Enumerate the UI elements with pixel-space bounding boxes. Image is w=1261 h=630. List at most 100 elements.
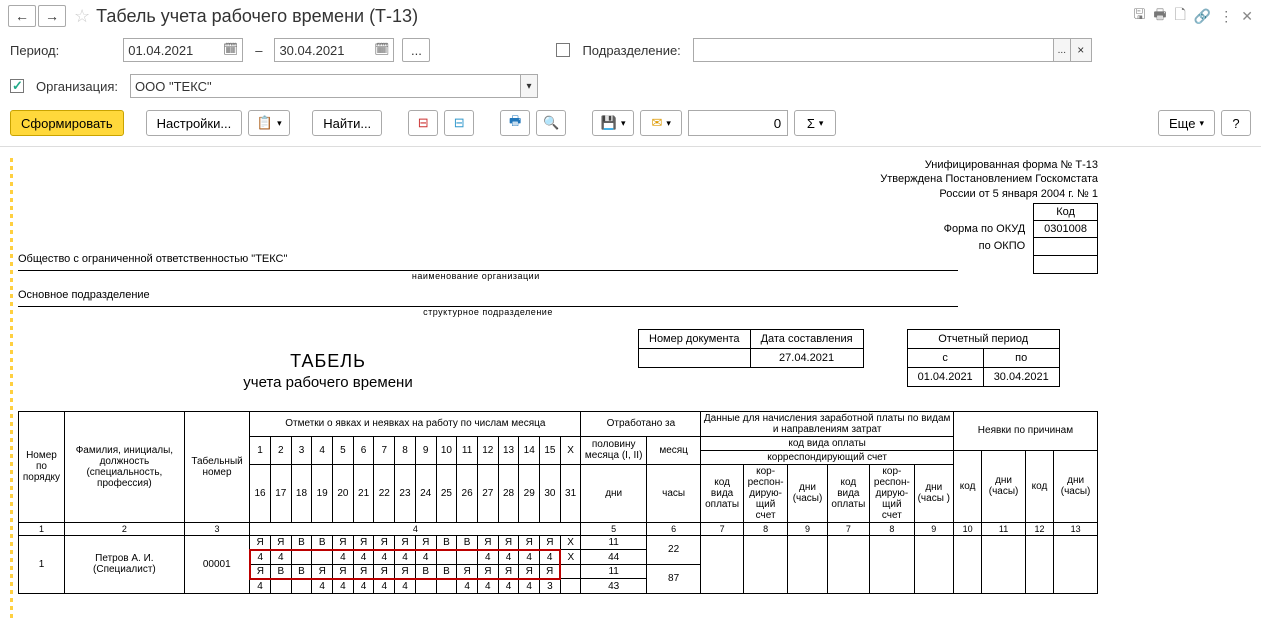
d12: 12 [477,436,498,464]
more-button[interactable]: Еще ▾ [1158,110,1215,136]
diskette-icon: 💾 [601,115,617,131]
report-area[interactable]: Унифицированная форма № Т-13 Утверждена … [0,150,1261,630]
org-input[interactable]: ООО "ТЕКС" [130,74,520,98]
d28: 28 [498,464,519,522]
period-picker-button[interactable]: ... [402,38,430,62]
dept-select-button[interactable]: ... [1053,38,1071,62]
date-to-input[interactable]: 30.04.2021 🗓 [274,38,394,62]
sigma-icon: Σ [807,116,815,131]
nav-back-button[interactable]: ← [8,5,36,27]
r1l4-0: 4 [250,579,271,594]
doc-date-header: Дата составления [750,329,863,348]
h-ca1: кор-респон-дирую-щий счет [743,464,788,522]
r1l3-4: Я [333,564,354,579]
magnify-icon: 🔍 [543,115,559,131]
calendar-icon[interactable]: 🗓 [223,42,238,56]
cn10: 10 [953,522,981,535]
paste-icon: 📋 [257,115,273,131]
more-vertical-icon[interactable]: ⋮ [1219,8,1233,25]
save-dropdown-button[interactable]: 💾▾ [592,110,634,136]
save-icon[interactable]: 🖫 [1133,4,1145,28]
d10: 10 [436,436,457,464]
d9: 9 [415,436,436,464]
h-pc2: код вида оплаты [827,464,869,522]
org-dropdown-button[interactable]: ▾ [520,74,538,98]
print-icon[interactable]: 🖶 [1153,4,1166,28]
expand-button[interactable]: ⊟ [408,110,438,136]
h-dh4: дни (часы ) [914,464,953,522]
preview-button[interactable]: 🔍 [536,110,566,136]
r1l3-13: Я [519,564,540,579]
cn9: 9 [788,522,827,535]
r1l1-10: В [457,535,478,550]
cn11: 11 [982,522,1026,535]
period-to-h: по [983,348,1059,367]
collapse-button[interactable]: ⊟ [444,110,474,136]
nav-forward-button[interactable]: → [38,5,66,27]
d27: 27 [477,464,498,522]
dept-checkbox[interactable] [556,43,570,57]
d18: 18 [291,464,312,522]
find-button[interactable]: Найти... [312,110,382,136]
org-checkbox[interactable] [10,79,24,93]
r1l4-2 [291,579,312,594]
r1l3-7: Я [395,564,416,579]
org-combo[interactable]: ООО "ТЕКС" ▾ [130,74,538,98]
h-absence: Неявки по причинам [953,411,1097,450]
r1l2-1: 4 [270,550,291,565]
dx: X [560,436,581,464]
period-to: 30.04.2021 [983,367,1059,386]
h-fio: Фамилия, инициалы, должность (специально… [64,411,184,522]
d29: 29 [519,464,540,522]
print-button[interactable]: 🖶 [500,110,530,136]
r1l2-2 [291,550,312,565]
r1l4-13: 4 [519,579,540,594]
r1-hd1: 11 [581,535,646,550]
calendar-icon[interactable]: 🗓 [374,42,389,56]
h-days: дни [581,464,646,522]
count-input[interactable] [688,110,788,136]
h-paycode: код вида оплаты [701,436,954,450]
r1l2-14: 4 [540,550,561,565]
h-half: половину месяца (I, II) [581,436,646,464]
paste-dropdown-button[interactable]: 📋▾ [248,110,290,136]
period-header: Отчетный период [907,329,1059,348]
settings-button[interactable]: Настройки... [146,110,243,136]
decree-line1: Утверждена Постановлением Госкомстата [18,172,1098,186]
h-corracc: корреспондирующий счет [701,450,954,464]
star-icon[interactable]: ☆ [74,6,90,27]
dept-clear-button[interactable]: × [1070,38,1092,62]
d31: 31 [560,464,581,522]
r1l3-14: Я [540,564,561,579]
d17: 17 [270,464,291,522]
d4: 4 [312,436,333,464]
generate-button[interactable]: Сформировать [10,110,124,136]
r1l1-15: X [560,535,581,550]
r1l2-7: 4 [395,550,416,565]
dash: – [255,43,262,58]
doc-num-header: Номер документа [639,329,751,348]
r1l2-13: 4 [519,550,540,565]
link-icon[interactable]: 🔗 [1194,8,1211,25]
preview-icon[interactable]: 🗋 [1175,4,1186,28]
h-hours: часы [646,464,701,522]
dept-input[interactable] [693,38,1053,62]
d15: 15 [540,436,561,464]
r1l2-4: 4 [333,550,354,565]
help-button[interactable]: ? [1221,110,1251,136]
d19: 19 [312,464,333,522]
close-icon[interactable]: ✕ [1241,8,1253,25]
r1l1-0: Я [250,535,271,550]
tabel-title: ТАБЕЛЬ [18,351,638,372]
cn12: 12 [1025,522,1053,535]
dept-combo[interactable]: ... × [693,38,1092,62]
arrow-left-icon: ← [15,9,29,23]
cn3: 3 [184,522,249,535]
doc-num [639,348,751,367]
sum-dropdown-button[interactable]: Σ▾ [794,110,836,136]
org-full-name: Общество с ограниченной ответственностью… [18,253,958,271]
date-from-input[interactable]: 01.04.2021 🗓 [123,38,243,62]
mail-dropdown-button[interactable]: ✉▾ [640,110,682,136]
r1l1-7: Я [395,535,416,550]
decree-line2: России от 5 января 2004 г. № 1 [18,187,1098,201]
